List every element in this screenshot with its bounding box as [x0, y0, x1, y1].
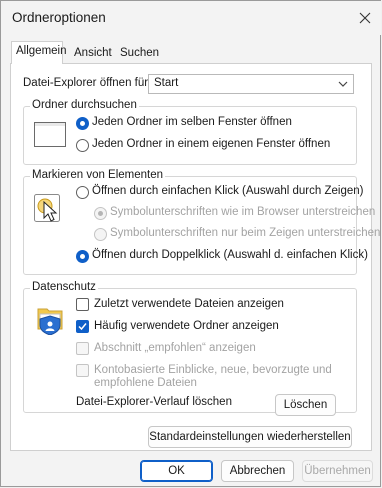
recommended-section-label: Abschnitt „empfohlen“ anzeigen — [94, 342, 256, 354]
browse-folders-group: Ordner durchsuchen Jeden Ordner im selbe… — [23, 99, 357, 165]
restore-defaults-button[interactable]: Standardeinstellungen wiederherstellen — [148, 426, 352, 448]
radio-single-click[interactable] — [76, 186, 89, 199]
radio-underline-hover[interactable] — [94, 228, 107, 241]
account-insights-checkbox[interactable] — [76, 364, 89, 377]
window-title: Ordneroptionen — [12, 10, 106, 25]
radio-underline-browser[interactable] — [94, 207, 107, 220]
click-items-title: Markieren von Elementen — [30, 169, 166, 181]
clear-history-button[interactable]: Löschen — [275, 394, 336, 416]
click-items-group: Markieren von Elementen Öffnen durch ein… — [23, 169, 380, 275]
ok-button[interactable]: OK — [140, 460, 213, 482]
tab-ansicht[interactable]: Ansicht — [69, 43, 117, 63]
explorer-open-select[interactable]: Start — [148, 74, 354, 94]
privacy-icon — [37, 308, 63, 335]
general-tab-panel: Datei-Explorer öffnen für: Start Ordner … — [10, 63, 380, 451]
explorer-open-label: Datei-Explorer öffnen für: — [23, 77, 152, 89]
tab-suchen[interactable]: Suchen — [115, 43, 164, 63]
own-window-label: Jeden Ordner in einem eigenen Fenster öf… — [92, 138, 331, 150]
title-bar[interactable]: Ordneroptionen — [1, 1, 381, 35]
pointer-click-icon — [34, 194, 60, 222]
radio-same-window[interactable] — [76, 117, 89, 130]
radio-own-window[interactable] — [76, 139, 89, 152]
checkmark-icon — [78, 323, 87, 331]
browse-folders-title: Ordner durchsuchen — [30, 99, 139, 111]
recommended-section-checkbox[interactable] — [76, 342, 89, 355]
account-insights-label-line1: Kontobasierte Einblicke, neue, bevorzugt… — [94, 364, 332, 376]
frequent-folders-label: Häufig verwendete Ordner anzeigen — [94, 320, 279, 332]
tab-allgemein[interactable]: Allgemein — [11, 41, 67, 64]
single-click-label: Öffnen durch einfachen Klick (Auswahl du… — [92, 185, 364, 197]
folder-options-dialog: Ordneroptionen Allgemein Ansicht Suchen … — [0, 0, 381, 487]
history-label: Datei-Explorer-Verlauf löschen — [76, 396, 232, 408]
account-insights-label-line2: empfohlene Dateien — [94, 377, 197, 389]
window-icon — [34, 122, 66, 147]
apply-button[interactable]: Übernehmen — [302, 460, 373, 482]
underline-hover-label: Symbolunterschriften nur beim Zeigen unt… — [110, 227, 381, 239]
explorer-open-value: Start — [154, 77, 179, 89]
same-window-label: Jeden Ordner im selben Fenster öffnen — [92, 116, 292, 128]
close-icon — [359, 12, 371, 24]
radio-double-click[interactable] — [76, 250, 89, 263]
cancel-button[interactable]: Abbrechen — [221, 460, 294, 482]
chevron-down-icon — [338, 81, 348, 87]
recent-files-label: Zuletzt verwendete Dateien anzeigen — [94, 298, 284, 310]
close-button[interactable] — [349, 1, 381, 35]
frequent-folders-checkbox[interactable] — [76, 320, 89, 333]
recent-files-checkbox[interactable] — [76, 298, 89, 311]
privacy-title: Datenschutz — [30, 281, 98, 293]
underline-browser-label: Symbolunterschriften wie im Browser unte… — [110, 206, 376, 218]
double-click-label: Öffnen durch Doppelklick (Auswahl d. ein… — [92, 249, 368, 261]
